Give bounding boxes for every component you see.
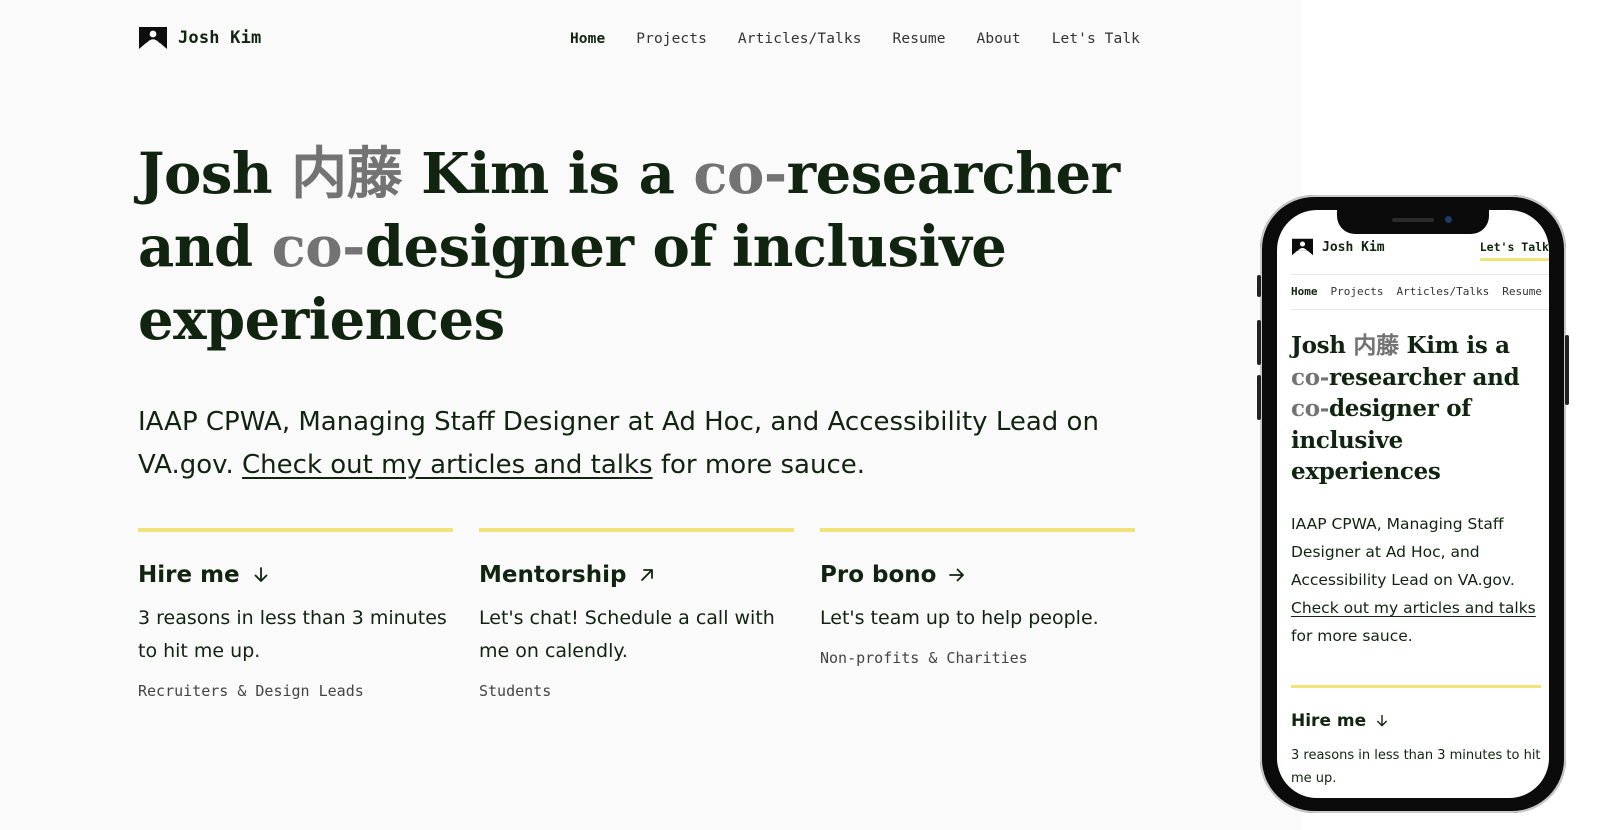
phone-screen: Josh Kim Let's Talk Home Projects Articl… xyxy=(1277,210,1549,798)
mobile-divider xyxy=(1291,309,1549,310)
nav-about[interactable]: About xyxy=(977,31,1021,47)
phone-notch xyxy=(1337,210,1489,234)
card-hire-me: Hire me 3 reasons in less than 3 minutes… xyxy=(138,528,453,700)
card-description: 3 reasons in less than 3 minutes to hit … xyxy=(138,607,447,662)
mobile-header: Josh Kim Let's Talk xyxy=(1291,238,1549,272)
card-title: Mentorship xyxy=(479,562,627,588)
mobile-site-name: Josh Kim xyxy=(1322,239,1385,255)
mobile-nav: Home Projects Articles/Talks Resume xyxy=(1291,285,1549,298)
mobile-nav-home[interactable]: Home xyxy=(1291,285,1318,298)
mobile-card-hire-me: Hire me 3 reasons in less than 3 minutes… xyxy=(1291,685,1541,790)
mobile-lets-talk-button[interactable]: Let's Talk xyxy=(1479,240,1549,261)
hire-me-link[interactable]: Hire me xyxy=(138,560,453,590)
arrow-down-icon xyxy=(1377,714,1388,727)
phone-side-button xyxy=(1257,375,1261,420)
card-pro-bono: Pro bono Let's team up to help people. N… xyxy=(820,528,1135,700)
speech-bubble-person-icon xyxy=(139,27,167,49)
articles-talks-link[interactable]: Check out my articles and talks xyxy=(242,450,653,480)
mobile-nav-projects[interactable]: Projects xyxy=(1331,285,1384,298)
phone-speaker xyxy=(1392,218,1434,222)
mobile-articles-talks-link[interactable]: Check out my articles and talks xyxy=(1291,599,1536,617)
mobile-hero-headline: Josh 内藤 Kim is a co-researcher and co-de… xyxy=(1291,332,1520,485)
main-nav: Home Projects Articles/Talks Resume Abou… xyxy=(570,31,1140,47)
card-audience: Recruiters & Design Leads xyxy=(138,682,364,700)
speech-bubble-person-icon xyxy=(1292,238,1313,256)
mobile-nav-resume[interactable]: Resume xyxy=(1502,285,1542,298)
card-audience: Non-profits & Charities xyxy=(820,649,1028,667)
phone-side-button xyxy=(1257,275,1261,297)
card-description: Let's chat! Schedule a call with me on c… xyxy=(479,607,775,662)
nav-resume[interactable]: Resume xyxy=(893,31,946,47)
nav-projects[interactable]: Projects xyxy=(636,31,707,47)
card-audience: Students xyxy=(479,682,552,700)
card-mentorship: Mentorship Let's chat! Schedule a call w… xyxy=(479,528,794,700)
card-title: Hire me xyxy=(1291,711,1367,731)
hero-intro: IAAP CPWA, Managing Staff Designer at Ad… xyxy=(138,407,1099,480)
hero-headline: Josh 内藤 Kim is a co-researcher and co-de… xyxy=(138,141,1120,353)
mobile-divider xyxy=(1291,274,1549,275)
card-description: Let's team up to help people. xyxy=(820,607,1099,629)
card-title: Pro bono xyxy=(820,562,937,588)
phone-side-button xyxy=(1565,335,1569,405)
site-name: Josh Kim xyxy=(178,28,262,48)
nav-home[interactable]: Home xyxy=(570,31,605,47)
desktop-page: Josh Kim Home Projects Articles/Talks Re… xyxy=(0,0,1302,830)
card-title: Hire me xyxy=(138,562,240,588)
arrow-down-icon xyxy=(254,567,268,582)
site-logo-link[interactable]: Josh Kim xyxy=(138,26,261,50)
mobile-hire-me-link[interactable]: Hire me xyxy=(1291,710,1541,732)
phone-mockup: Josh Kim Let's Talk Home Projects Articl… xyxy=(1257,195,1569,813)
nav-lets-talk[interactable]: Let's Talk xyxy=(1052,31,1140,47)
mobile-logo-link[interactable]: Josh Kim xyxy=(1291,238,1385,256)
camera-icon xyxy=(1445,216,1452,223)
mentorship-link[interactable]: Mentorship xyxy=(479,560,794,590)
card-description: 3 reasons in less than 3 minutes to hit … xyxy=(1291,748,1541,786)
hero-name-cjk: 内藤 xyxy=(291,141,403,207)
arrow-up-right-icon xyxy=(641,569,654,581)
mobile-nav-articles-talks[interactable]: Articles/Talks xyxy=(1396,285,1489,298)
phone-side-button xyxy=(1257,320,1261,365)
arrow-right-icon xyxy=(949,568,965,582)
pro-bono-link[interactable]: Pro bono xyxy=(820,560,1135,590)
mobile-hero-intro: IAAP CPWA, Managing Staff Designer at Ad… xyxy=(1291,515,1536,645)
cta-cards: Hire me 3 reasons in less than 3 minutes… xyxy=(138,528,1135,700)
nav-articles-talks[interactable]: Articles/Talks xyxy=(738,31,862,47)
